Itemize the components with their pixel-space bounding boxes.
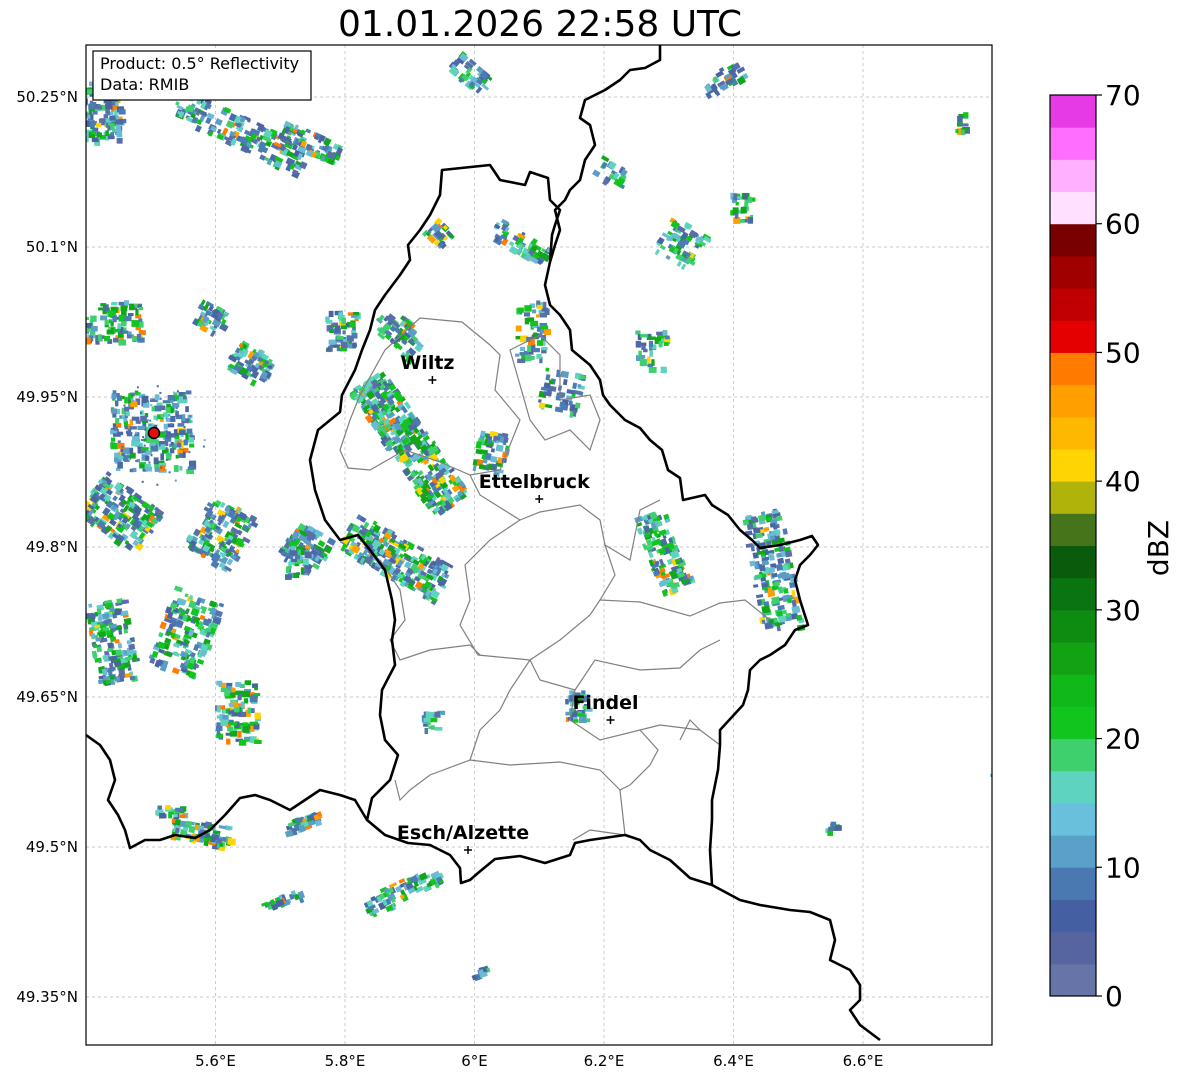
radar-map-figure: Wiltz Ettelbruck Findel Esch/Alzette 50.25°…: [16, 44, 1175, 1070]
colorbar-segment: [1050, 191, 1096, 225]
colorbar-tick-label: 40: [1105, 465, 1141, 498]
longitude-tick-labels: 5.6°E 5.8°E 6°E 6.2°E 6.4°E 6.6°E: [195, 1052, 883, 1070]
colorbar-segment: [1050, 320, 1096, 353]
colorbar-segment: [1050, 931, 1096, 965]
colorbar-segment: [1050, 770, 1096, 804]
colorbar-tick-label: 70: [1105, 79, 1141, 112]
colorbar-segment: [1050, 288, 1096, 321]
lon-tick-label: 6.4°E: [713, 1052, 754, 1070]
colorbar-segment: [1050, 127, 1096, 160]
colorbar-segment: [1050, 223, 1096, 257]
colorbar-segment: [1050, 802, 1096, 836]
colorbar-segment: [1050, 642, 1096, 675]
colorbar-segment: [1050, 835, 1096, 868]
colorbar-tick-label: 20: [1105, 723, 1141, 756]
colorbar-segment: [1050, 481, 1096, 514]
radar-site-marker[interactable]: [147, 426, 161, 440]
colorbar-segment: [1050, 674, 1096, 707]
colorbar-segment: [1050, 416, 1096, 450]
lon-tick-label: 6.2°E: [584, 1052, 625, 1070]
info-data-source: Data: RMIB: [100, 75, 189, 94]
colorbar-segment: [1050, 95, 1096, 128]
colorbar-segment: [1050, 899, 1096, 933]
lat-tick-label: 50.1°N: [26, 238, 78, 256]
colorbar-segments: [1050, 95, 1096, 997]
colorbar-segment: [1050, 448, 1096, 482]
colorbar-tick-label: 50: [1105, 336, 1141, 369]
colorbar-segment: [1050, 963, 1096, 997]
colorbar-segment: [1050, 706, 1096, 740]
latitude-tick-labels: 50.25°N 50.1°N 49.95°N 49.8°N 49.65°N 49.5°N 4…: [16, 88, 78, 1006]
colorbar-segment: [1050, 159, 1096, 193]
colorbar-segment: [1050, 577, 1096, 611]
colorbar-tick-label: 30: [1105, 594, 1141, 627]
colorbar: 0 10 20 30 40 50 60 70 dBZ: [1049, 79, 1175, 1013]
colorbar-segment: [1050, 545, 1096, 579]
lat-tick-label: 49.95°N: [16, 388, 78, 406]
colorbar-segment: [1050, 384, 1096, 418]
lat-tick-label: 49.5°N: [26, 838, 78, 856]
lat-tick-label: 49.35°N: [16, 988, 78, 1006]
colorbar-label: dBZ: [1142, 520, 1175, 576]
colorbar-segment: [1050, 352, 1096, 386]
colorbar-segment: [1050, 867, 1096, 900]
lon-tick-label: 5.6°E: [195, 1052, 236, 1070]
colorbar-tick-label: 0: [1105, 980, 1123, 1013]
city-label: Esch/Alzette: [397, 822, 529, 844]
lat-tick-label: 49.65°N: [16, 688, 78, 706]
city-label: Wiltz: [400, 352, 454, 374]
lon-tick-label: 6°E: [461, 1052, 488, 1070]
info-product: Product: 0.5° Reflectivity: [100, 54, 299, 73]
lon-tick-label: 6.6°E: [843, 1052, 884, 1070]
colorbar-tick-label: 60: [1105, 208, 1141, 241]
colorbar-segment: [1050, 255, 1096, 289]
lon-tick-label: 5.8°E: [325, 1052, 366, 1070]
info-box: Product: 0.5° Reflectivity Data: RMIB: [92, 50, 312, 101]
colorbar-segment: [1050, 609, 1096, 643]
city-label: Findel: [572, 692, 638, 714]
colorbar-segment: [1050, 513, 1096, 546]
lat-tick-label: 49.8°N: [26, 538, 78, 556]
colorbar-tick-labels: 0 10 20 30 40 50 60 70: [1096, 79, 1141, 1013]
lat-tick-label: 50.25°N: [16, 88, 78, 106]
city-label: Ettelbruck: [479, 471, 590, 493]
colorbar-tick-label: 10: [1105, 851, 1141, 884]
colorbar-segment: [1050, 738, 1096, 772]
